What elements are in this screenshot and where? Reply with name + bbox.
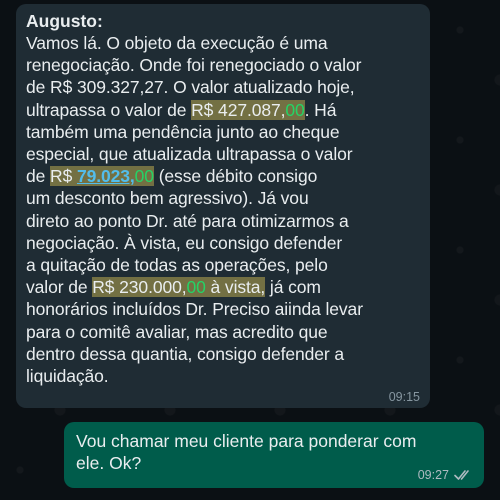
incoming-message-bubble[interactable]: Augusto: Vamos lá. O objeto da execução … — [16, 4, 430, 408]
outgoing-message-bubble[interactable]: Vou chamar meu cliente para ponderar com… — [64, 422, 484, 488]
amount-cents: 00 — [285, 99, 305, 120]
incoming-message-text: Vamos lá. O objeto da execução é uma ren… — [26, 32, 420, 387]
amount-link[interactable]: 79.023, — [77, 166, 135, 186]
sender-name: Augusto: — [26, 11, 103, 31]
outgoing-timestamp: 09:27 — [417, 468, 449, 482]
outgoing-message-text: Vou chamar meu cliente para ponderar com… — [76, 431, 417, 473]
highlighted-amount: R$ 79.023,00 — [50, 166, 154, 187]
highlighted-amount: R$ 230.000,00 à vista, — [92, 277, 266, 298]
amount-cents: 00 — [134, 166, 154, 187]
amount-suffix: à vista, — [205, 277, 266, 298]
outgoing-meta: 09:27 — [418, 468, 472, 482]
highlighted-amount: R$ 427.087,00 — [191, 99, 305, 120]
amount-prefix: R$ — [50, 166, 77, 187]
amount-value: R$ 230.000, — [92, 277, 187, 298]
incoming-timestamp: 09:15 — [388, 390, 420, 404]
amount-value: R$ 427.087, — [191, 99, 286, 120]
amount-cents: 00 — [186, 277, 206, 298]
double-check-icon — [454, 469, 472, 481]
